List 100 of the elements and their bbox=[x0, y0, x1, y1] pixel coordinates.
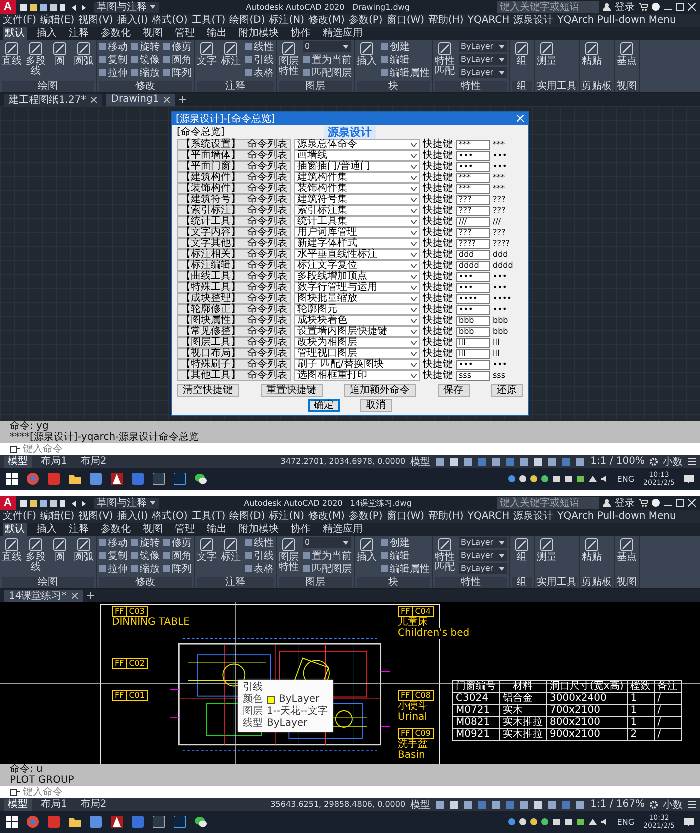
cart-icon[interactable] bbox=[639, 3, 648, 11]
ribbon-button[interactable]: 组 bbox=[512, 41, 532, 81]
command-dropdown[interactable]: 管理视口图层 bbox=[294, 348, 420, 359]
dialog-button[interactable]: 确定 bbox=[308, 399, 340, 412]
maximize-icon[interactable] bbox=[676, 499, 684, 507]
panel-title[interactable]: 修改 bbox=[99, 577, 192, 588]
command-list-button[interactable]: 【建筑构件】 命令列表 bbox=[177, 172, 292, 183]
ribbon-button[interactable]: 圆 bbox=[50, 537, 70, 577]
document-tab[interactable]: Drawing1 bbox=[106, 94, 176, 106]
property-dropdown[interactable]: ByLayer bbox=[459, 54, 507, 65]
ribbon-button[interactable]: 标注 bbox=[221, 537, 241, 577]
command-list-button[interactable]: 【标注相关】 命令列表 bbox=[177, 249, 292, 260]
ribbon-button[interactable]: 线性 bbox=[245, 537, 274, 549]
shortcut-field[interactable]: bbb bbox=[456, 316, 490, 326]
command-list-button[interactable]: 【图块属性】 命令列表 bbox=[177, 315, 292, 326]
drafting-toggle-icons[interactable] bbox=[436, 458, 586, 466]
command-list-button[interactable]: 【标注编辑】 命令列表 bbox=[177, 260, 292, 271]
ribbon-button[interactable]: 圆弧 bbox=[74, 41, 94, 81]
menu-item[interactable]: 格式(O) bbox=[152, 510, 188, 523]
panel-title[interactable]: 剪贴板 bbox=[582, 81, 612, 92]
ribbon-tab[interactable]: 视图 bbox=[141, 27, 165, 40]
layout-tab[interactable]: 布局1 bbox=[37, 798, 72, 810]
shortcut-field[interactable]: sss bbox=[456, 370, 490, 380]
ribbon-button[interactable]: 编辑 bbox=[381, 54, 430, 66]
shortcut-field[interactable]: dddd bbox=[456, 260, 490, 270]
command-list-button[interactable]: 【常见修整】 命令列表 bbox=[177, 326, 292, 337]
shortcut-field[interactable]: *** bbox=[456, 184, 490, 194]
ribbon-tab[interactable]: 管理 bbox=[173, 523, 197, 536]
command-dropdown[interactable]: 新建字体样式 bbox=[294, 238, 420, 249]
ribbon-button[interactable]: 匹配图层 bbox=[303, 67, 352, 79]
annotation-scale[interactable]: 1:1 / 100% bbox=[590, 456, 645, 467]
menu-item[interactable]: YQArch Pull-down Menu bbox=[558, 14, 676, 27]
panel-title[interactable]: 组 bbox=[512, 81, 532, 92]
ribbon-tab[interactable]: 附加模块 bbox=[237, 27, 281, 40]
ribbon-button[interactable]: 基点 bbox=[617, 537, 637, 577]
ribbon-button[interactable]: 图层特性 bbox=[279, 41, 299, 81]
menu-item[interactable]: 标注(N) bbox=[269, 14, 305, 27]
command-dropdown[interactable]: 轮廓图元 bbox=[294, 304, 420, 315]
ribbon-button[interactable]: 测量 bbox=[537, 41, 557, 81]
panel-title[interactable]: 图层 bbox=[279, 577, 352, 588]
menu-item[interactable]: 帮助(H) bbox=[428, 14, 464, 27]
menu-item[interactable]: 窗口(W) bbox=[386, 14, 425, 27]
folder-icon[interactable] bbox=[69, 473, 81, 485]
ribbon-tab[interactable]: 附加模块 bbox=[237, 523, 281, 536]
menu-item[interactable]: 窗口(W) bbox=[386, 510, 425, 523]
chat-icon[interactable] bbox=[195, 816, 207, 828]
notification-icon[interactable] bbox=[684, 818, 694, 826]
units-dropdown[interactable]: 小数 bbox=[663, 798, 683, 812]
shortcut-field[interactable]: ??? bbox=[456, 206, 490, 216]
command-list-button[interactable]: 【装饰构件】 命令列表 bbox=[177, 183, 292, 194]
menu-item[interactable]: 修改(M) bbox=[308, 14, 345, 27]
app-logo[interactable]: A bbox=[0, 0, 16, 14]
dialog-button[interactable]: 清空快捷键 bbox=[177, 384, 239, 397]
ribbon-button[interactable]: 置为当前 bbox=[303, 550, 352, 562]
workspace-dropdown[interactable]: 草图与注释 bbox=[94, 498, 159, 508]
ribbon-button[interactable]: 创建 bbox=[381, 537, 430, 549]
panel-title[interactable]: 注释 bbox=[197, 577, 274, 588]
command-list-button[interactable]: 【平面门窗】 命令列表 bbox=[177, 161, 292, 172]
start-icon[interactable] bbox=[6, 473, 18, 485]
shortcut-field[interactable]: ??? bbox=[456, 194, 490, 204]
ribbon-button[interactable]: 文字 bbox=[197, 41, 217, 81]
panel-title[interactable]: 组 bbox=[512, 577, 532, 588]
menu-item[interactable]: 工具(T) bbox=[192, 14, 226, 27]
panel-title[interactable]: 实用工具 bbox=[537, 577, 577, 588]
menu-item[interactable]: 标注(N) bbox=[269, 510, 305, 523]
ribbon-button[interactable]: 修剪 bbox=[163, 41, 192, 53]
menu-item[interactable]: 视图(V) bbox=[78, 510, 114, 523]
ribbon-tab[interactable]: 精选应用 bbox=[321, 27, 365, 40]
ribbon-button[interactable]: 文字 bbox=[197, 537, 217, 577]
dialog-button[interactable]: 追加额外命令 bbox=[344, 384, 416, 397]
ribbon-button[interactable]: 拉伸 bbox=[99, 563, 128, 575]
command-dropdown[interactable]: 设置墙内图层快捷键 bbox=[294, 326, 420, 337]
command-list-button[interactable]: 【系统设置】 命令列表 bbox=[177, 139, 292, 150]
triangle-app-icon[interactable] bbox=[111, 816, 123, 828]
ribbon-button[interactable]: 复制 bbox=[99, 54, 128, 66]
ribbon-button[interactable]: 直线 bbox=[2, 537, 22, 577]
command-dropdown[interactable]: 建筑符号集 bbox=[294, 194, 420, 205]
notification-icon[interactable] bbox=[684, 474, 694, 484]
shortcut-field[interactable]: lll bbox=[456, 348, 490, 358]
menu-icon[interactable] bbox=[688, 800, 696, 808]
menu-item[interactable]: 帮助(H) bbox=[428, 510, 464, 523]
menu-item[interactable]: YQARCH bbox=[468, 510, 510, 523]
command-list-button[interactable]: 【轮廓修正】 命令列表 bbox=[177, 304, 292, 315]
start-icon[interactable] bbox=[6, 816, 18, 828]
command-list-button[interactable]: 【视口布局】 命令列表 bbox=[177, 348, 292, 359]
menu-item[interactable]: 参数(P) bbox=[348, 510, 383, 523]
command-list-button[interactable]: 【其他工具】 命令列表 bbox=[177, 370, 292, 381]
property-dropdown[interactable]: ByLayer bbox=[459, 537, 507, 548]
annotation-scale[interactable]: 1:1 / 167% bbox=[590, 799, 645, 810]
ribbon-button[interactable]: 移动 bbox=[99, 537, 128, 549]
command-list-button[interactable]: 【特殊工具】 命令列表 bbox=[177, 282, 292, 293]
shortcut-field[interactable]: /// bbox=[456, 216, 490, 226]
sign-in-link[interactable]: 登录 bbox=[615, 496, 635, 510]
ribbon-button[interactable]: 置为当前 bbox=[303, 54, 352, 66]
ribbon-button[interactable]: 插入 bbox=[357, 537, 377, 577]
command-dropdown[interactable]: 建筑构件集 bbox=[294, 172, 420, 183]
ribbon-button[interactable]: 特性匹配 bbox=[435, 41, 455, 81]
shortcut-field[interactable]: bbb bbox=[456, 326, 490, 336]
app-icon[interactable] bbox=[153, 473, 165, 485]
ribbon-button[interactable]: 多段线 bbox=[26, 41, 46, 81]
